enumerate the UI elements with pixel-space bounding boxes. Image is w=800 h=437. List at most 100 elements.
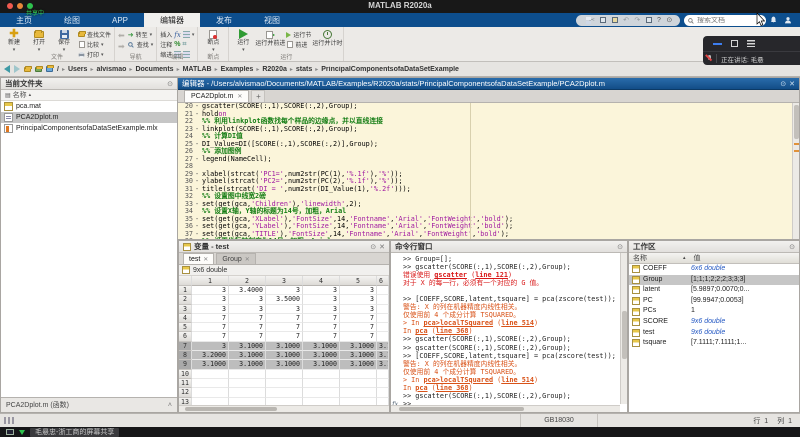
code-line-25[interactable]: 25-DI_Value=DI([SCORE(:,1),SCORE(:,2)],G… (178, 141, 799, 149)
breadcrumb-segment[interactable]: PrincipalComponentsofaDataSetExample (321, 66, 459, 73)
grid-cell[interactable]: 3 (192, 342, 229, 351)
breadcrumb-segment[interactable]: Users (68, 66, 87, 73)
run-section-button[interactable]: 运行节 (286, 30, 311, 39)
tab-close-icon[interactable]: ✕ (245, 256, 250, 263)
variables-hscrollbar[interactable] (179, 405, 389, 412)
grid-row-2[interactable]: 2333.500033 (179, 295, 389, 304)
ribbon-tab-4[interactable]: 编辑器 (144, 13, 200, 27)
grid-cell[interactable]: 3.1000 (303, 351, 340, 360)
advance-button[interactable]: 前进 (286, 40, 311, 49)
grid-cell[interactable]: 7 (192, 314, 229, 323)
code-area[interactable]: 20-gscatter(SCORE(:,1),SCORE(:,2),Group)… (178, 103, 799, 239)
breadcrumb-segment[interactable]: Documents (135, 66, 173, 73)
grid-column-header[interactable]: 3 (266, 276, 303, 286)
grid-row-header[interactable]: 2 (179, 295, 192, 304)
paste-icon[interactable] (612, 17, 618, 25)
find-button[interactable]: 查找▾ (128, 40, 154, 49)
grid-cell[interactable]: 3.2000 (192, 351, 229, 360)
command-window-body[interactable]: >> Group=[];>> gscatter(SCORE(:,1),SCORE… (391, 253, 627, 412)
grid-row-11[interactable]: 11 (179, 379, 389, 388)
comment-row[interactable]: 注释%⌗ (160, 40, 194, 49)
editor-menu-icon[interactable]: ⊙ (780, 80, 786, 88)
file-item[interactable]: pca.mat (1, 101, 177, 112)
breadcrumb-segment[interactable]: MATLAB (183, 66, 212, 73)
workspace-var-Group[interactable]: Group[1;1;1;2;2;2;3;3;3] (629, 275, 799, 286)
grid-cell[interactable] (377, 379, 389, 388)
command-window-vscrollbar[interactable] (620, 253, 627, 404)
grid-row-header[interactable]: 10 (179, 370, 192, 379)
command-link[interactable]: pca (415, 327, 427, 335)
minimize-window-button[interactable] (17, 3, 23, 9)
grid-cell[interactable]: 3 (303, 286, 340, 295)
grid-cell[interactable]: 3 (266, 286, 303, 295)
workspace-var-tsquare[interactable]: tsquare[7.1111;7.1111;1... (629, 338, 799, 349)
grid-cell[interactable]: 3 (229, 305, 266, 314)
breakpoints-button[interactable]: 断点▾ (201, 29, 225, 53)
forward-icon[interactable] (14, 65, 20, 73)
workspace-column-headers[interactable]: 名称▴ 值 (629, 253, 799, 264)
grid-cell[interactable] (266, 388, 303, 397)
up-folder-icon[interactable] (24, 66, 31, 73)
grid-cell[interactable]: 3.1000 (303, 342, 340, 351)
editor-scrollbar[interactable] (792, 103, 799, 239)
variables-tab-Group[interactable]: Group✕ (216, 253, 256, 264)
code-line-20[interactable]: 20-gscatter(SCORE(:,1),SCORE(:,2),Group)… (178, 103, 799, 111)
grid-cell[interactable]: 3.1000 (192, 360, 229, 369)
grid-row-8[interactable]: 83.20003.10003.10003.10003.10003.1 (179, 351, 389, 360)
grid-cell[interactable] (340, 370, 377, 379)
close-window-button[interactable] (7, 3, 13, 9)
options-icon[interactable]: ⊙ (666, 17, 672, 24)
overlay-window-icon[interactable] (731, 40, 738, 47)
workspace-var-COEFF[interactable]: COEFF6x6 double (629, 264, 799, 275)
grid-cell[interactable] (229, 388, 266, 397)
grid-cell[interactable]: 7 (266, 332, 303, 341)
code-line-31[interactable]: 31-title(strcat('DI = ',num2str(DI_Value… (178, 186, 799, 194)
overlay-minimize-icon[interactable] (713, 43, 722, 45)
new-tab-button[interactable]: + (251, 90, 265, 102)
grid-row-9[interactable]: 93.10003.10003.10003.10003.10003.1 (179, 360, 389, 369)
variables-close-icon[interactable]: ✕ (379, 243, 385, 251)
help-icon[interactable]: ? (657, 17, 661, 24)
grid-cell[interactable]: 7 (229, 323, 266, 332)
grid-cell[interactable]: 7 (303, 314, 340, 323)
grid-row-12[interactable]: 12 (179, 388, 389, 397)
grid-cell[interactable]: 7 (229, 332, 266, 341)
back-icon[interactable] (4, 65, 10, 73)
collapse-detail-icon[interactable]: ˄ (168, 402, 172, 409)
ribbon-tab-5[interactable]: 发布 (200, 13, 248, 27)
grid-cell[interactable]: 3 (340, 295, 377, 304)
grid-row-13[interactable]: 13 (179, 398, 389, 405)
grid-cell[interactable] (229, 398, 266, 405)
grid-cell[interactable] (266, 370, 303, 379)
goto-button[interactable]: ➜转至▾ (128, 30, 154, 39)
command-link[interactable]: pca (415, 384, 427, 392)
command-link[interactable]: pca>localTSquared (423, 319, 493, 327)
grid-cell[interactable] (377, 314, 389, 323)
grid-row-5[interactable]: 577777 (179, 323, 389, 332)
grid-cell[interactable]: 7 (303, 332, 340, 341)
grid-cell[interactable]: 3.1000 (266, 342, 303, 351)
grid-column-header[interactable]: 4 (303, 276, 340, 286)
tab-close-icon[interactable]: ✕ (203, 256, 208, 263)
grid-row-4[interactable]: 477777 (179, 314, 389, 323)
grid-cell[interactable] (377, 286, 389, 295)
grid-cell[interactable]: 3.1000 (266, 351, 303, 360)
grid-row-header[interactable]: 4 (179, 314, 192, 323)
command-window-hscrollbar[interactable] (391, 405, 620, 412)
user-profile-icon[interactable] (784, 16, 792, 26)
grid-row-header[interactable]: 1 (179, 286, 192, 295)
grid-column-header[interactable]: 6 (377, 276, 389, 286)
compare-button[interactable]: 比较▾ (78, 40, 111, 49)
grid-row-header[interactable]: 8 (179, 351, 192, 360)
insert-section-icon[interactable] (183, 31, 190, 38)
uncomment-icon[interactable]: ⌗ (183, 41, 187, 49)
file-item[interactable]: PCA2Dplot.m (1, 112, 177, 123)
grid-row-header[interactable]: 3 (179, 305, 192, 314)
grid-row-header[interactable]: 12 (179, 388, 192, 397)
grid-row-header[interactable]: 9 (179, 360, 192, 369)
variables-menu-icon[interactable]: ⊙ (370, 243, 376, 251)
command-link[interactable]: line 121 (475, 271, 508, 279)
grid-cell[interactable] (377, 388, 389, 397)
new-button[interactable]: ✚ 新建▾ (3, 29, 25, 53)
grid-row-header[interactable]: 13 (179, 398, 192, 405)
